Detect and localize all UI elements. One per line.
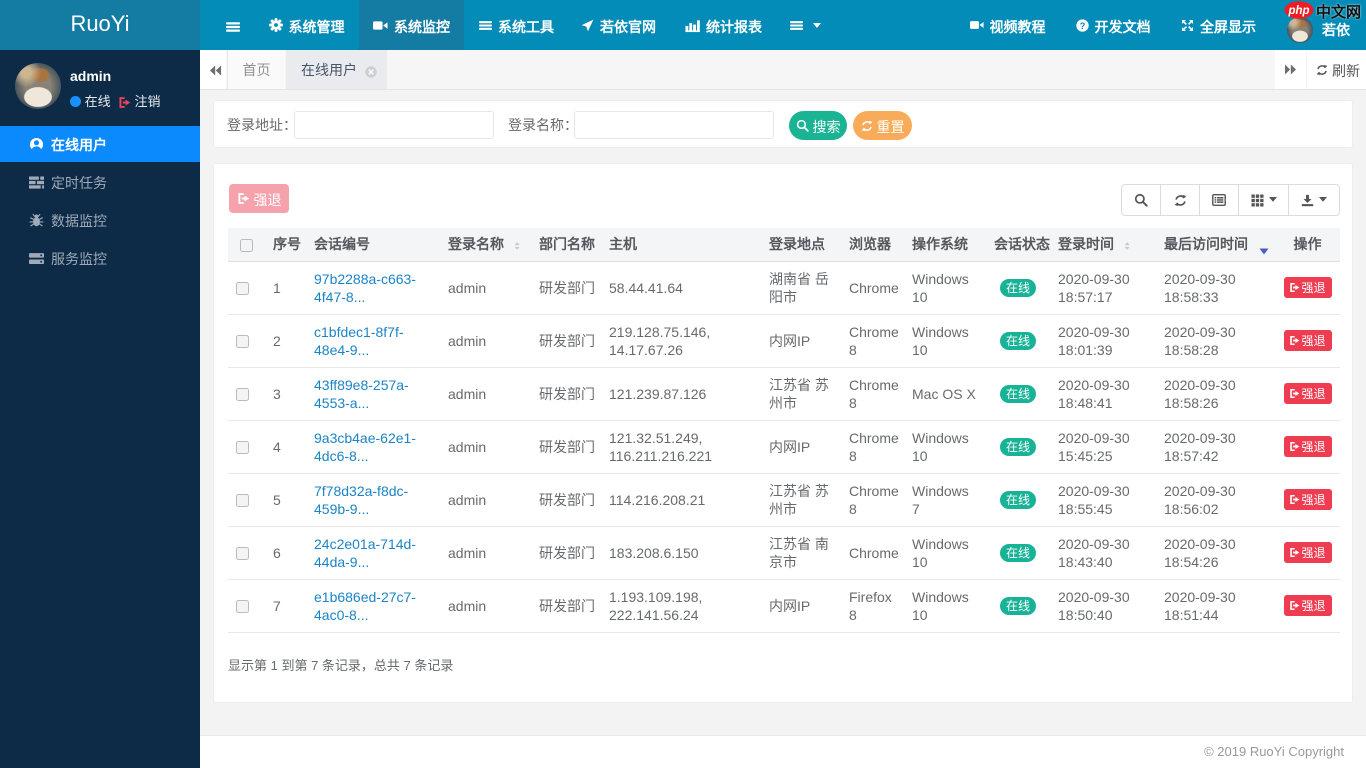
svg-text:php: php [1287,5,1309,17]
svg-text:?: ? [1079,20,1084,30]
